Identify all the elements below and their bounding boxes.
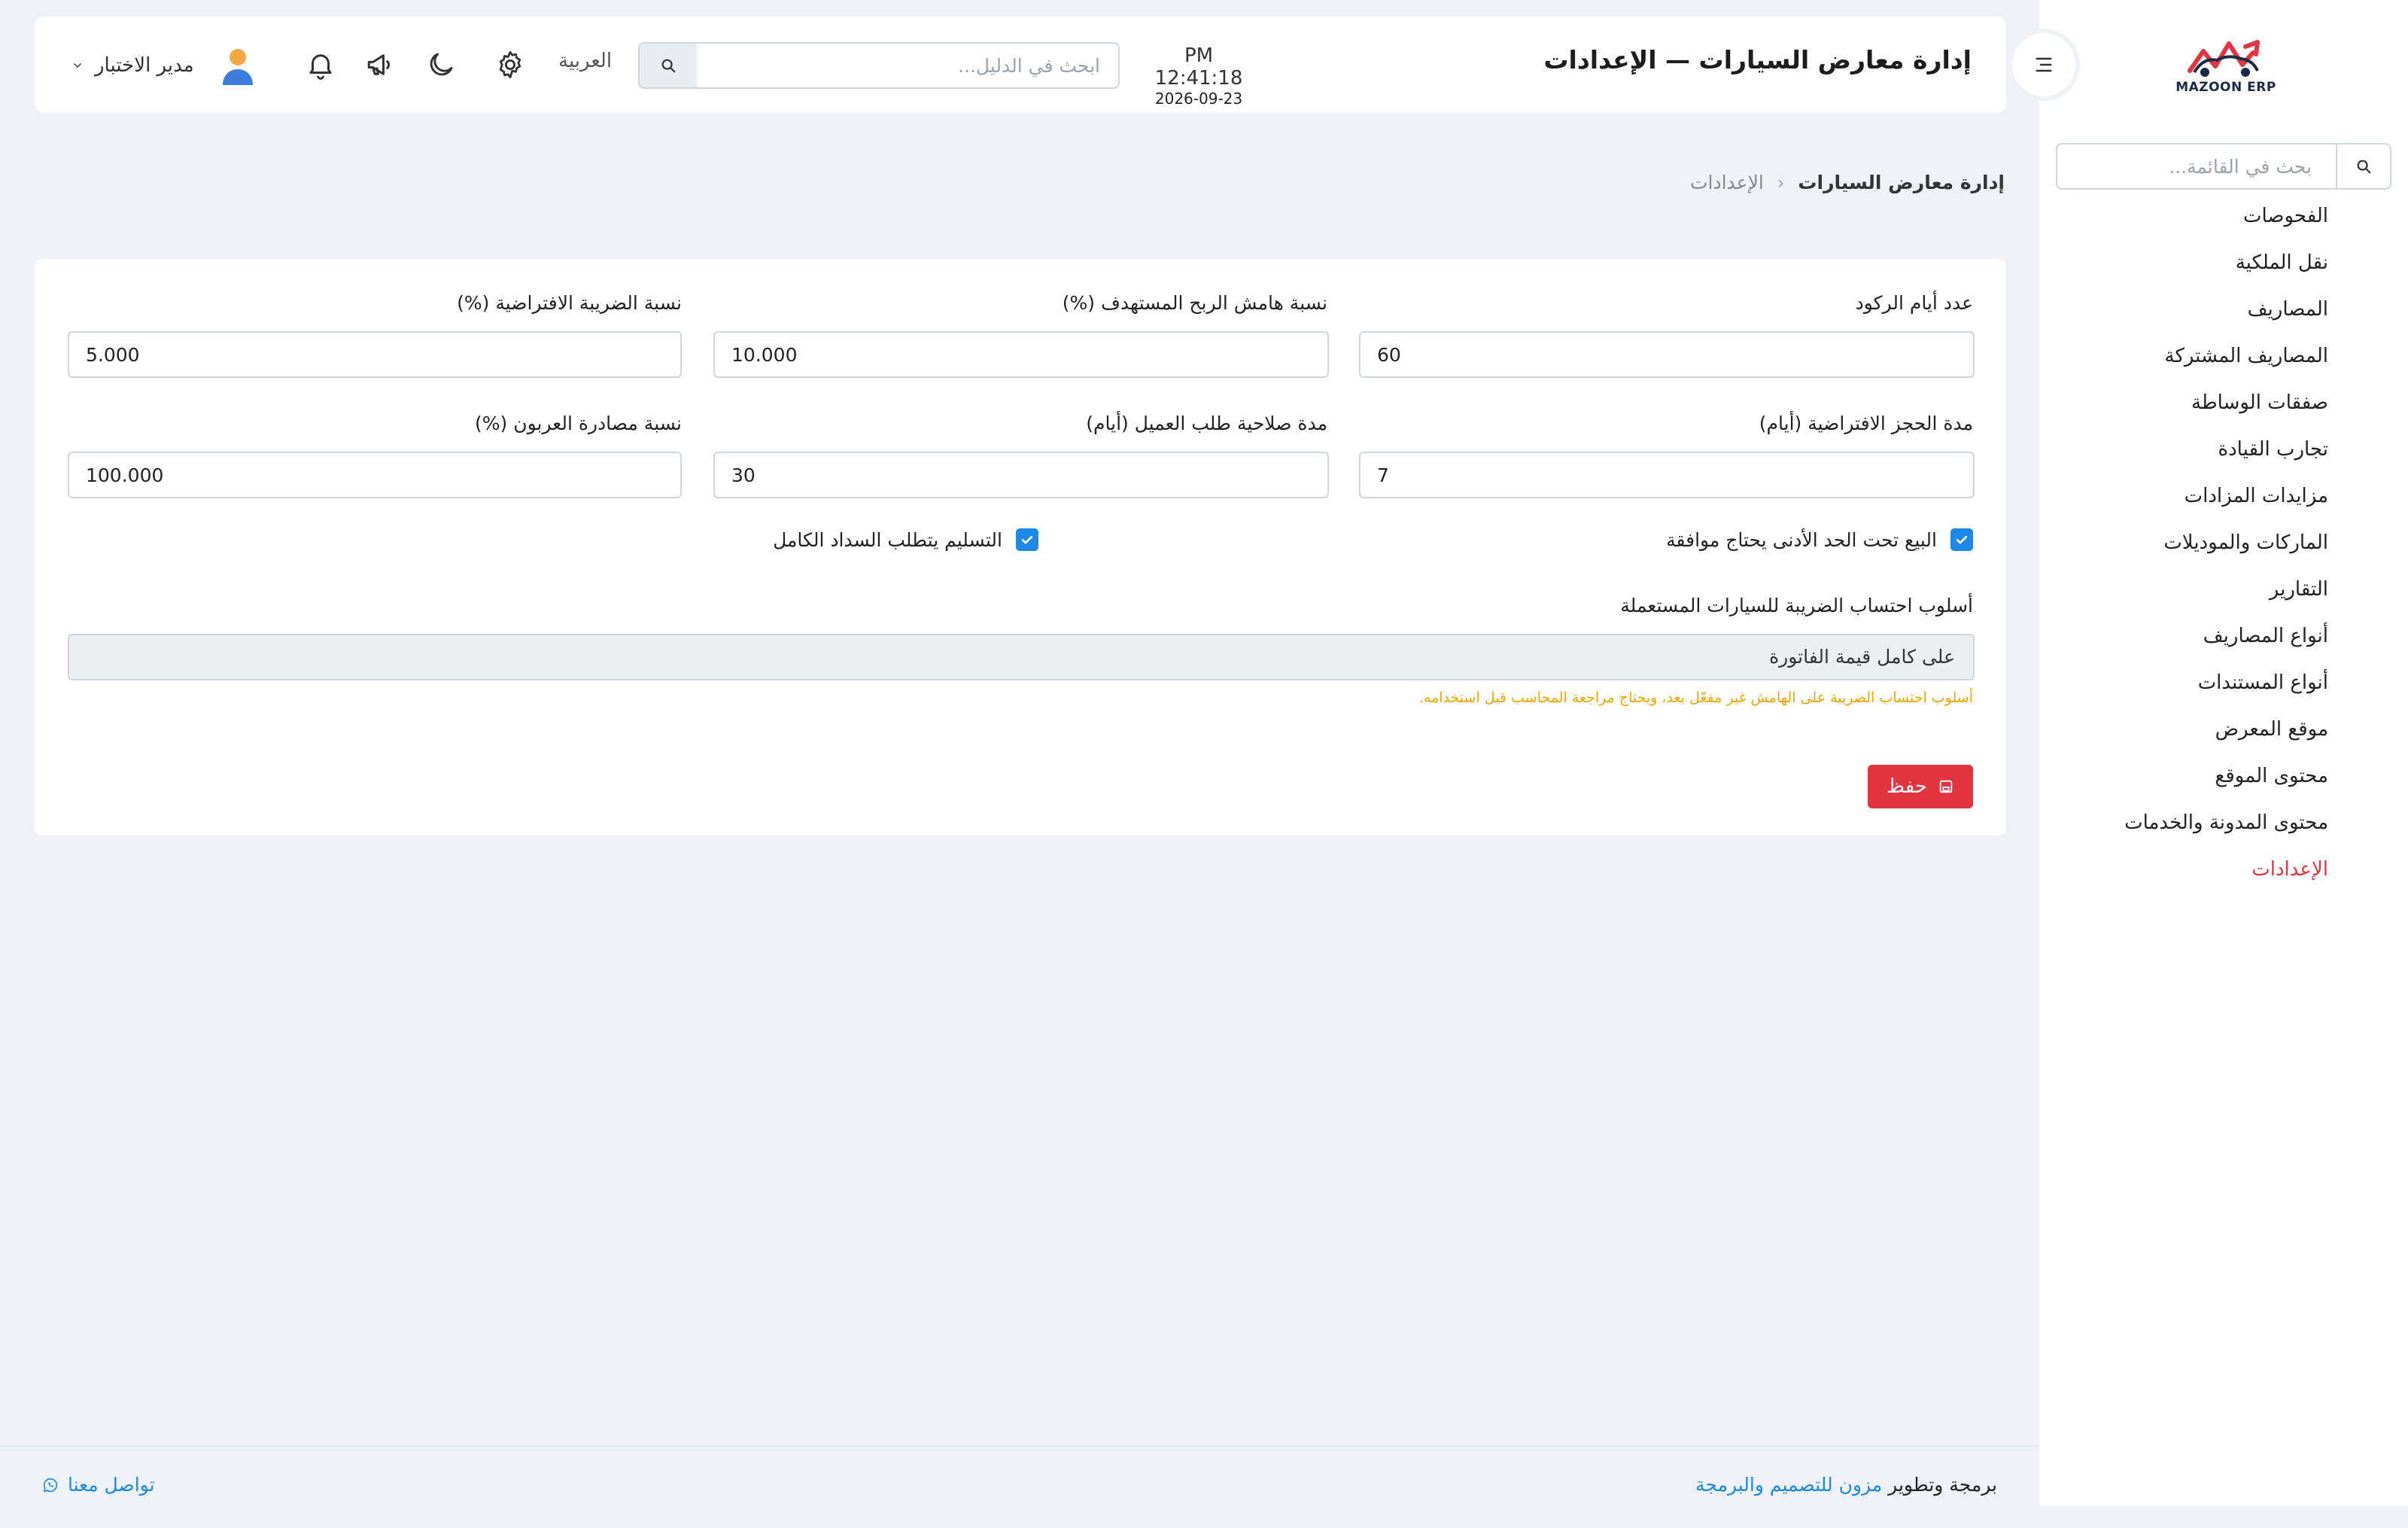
- sidebar-item-blog-services[interactable]: محتوى المدونة والخدمات: [2039, 801, 2408, 848]
- chevron-left-icon: ‹: [1777, 172, 1785, 193]
- request-validity-input[interactable]: [713, 452, 1329, 498]
- breadcrumb-root[interactable]: إدارة معارض السيارات: [1798, 172, 2005, 193]
- save-icon: [1939, 780, 1953, 793]
- sidebar-item-ownership-transfer[interactable]: نقل الملكية: [2039, 241, 2408, 288]
- user-avatar-icon: [222, 49, 253, 85]
- sidebar-item-shared-expenses[interactable]: المصاريف المشتركة: [2039, 334, 2408, 381]
- page-title: إدارة معارض السيارات — الإعدادات: [1543, 45, 1972, 75]
- sidebar-item-brokerage-deals[interactable]: صفقات الوساطة: [2039, 381, 2408, 428]
- user-menu[interactable]: مدير الاختبار: [69, 39, 259, 92]
- sidebar-item-auction-bids[interactable]: مزايدات المزادات: [2039, 474, 2408, 521]
- stagnation-days-input[interactable]: [1359, 331, 1975, 378]
- settings-card: عدد أيام الركود نسبة هامش الربح المستهدف…: [35, 259, 2006, 836]
- footer-credit-prefix: برمجة وتطوير: [1888, 1474, 1997, 1496]
- save-label: حفظ: [1887, 775, 1927, 798]
- sidebar-item-expense-types[interactable]: أنواع المصاريف: [2039, 614, 2408, 661]
- sidebar-search-input[interactable]: [2057, 145, 2328, 188]
- guide-search-input[interactable]: [695, 42, 1120, 89]
- sidebar-item-inspections[interactable]: الفحوصات: [2039, 194, 2408, 241]
- user-name: مدير الاختبار: [95, 54, 194, 77]
- sidebar-toggle-button[interactable]: [2012, 33, 2075, 96]
- default-tax-label: نسبة الضريبة الافتراضية (%): [457, 292, 682, 314]
- sidebar-item-expenses[interactable]: المصاريف: [2039, 288, 2408, 334]
- deposit-forfeit-input[interactable]: [68, 452, 682, 498]
- avatar: [217, 44, 259, 87]
- logo-text: MAZOON ERP: [2175, 80, 2276, 95]
- request-validity-label: مدة صلاحية طلب العميل (أيام): [1086, 412, 1327, 434]
- sidebar-nav: الفحوصات نقل الملكية المصاريف المصاريف ا…: [2039, 194, 2408, 894]
- sidebar-item-settings[interactable]: الإعدادات: [2039, 848, 2408, 894]
- gear-icon: [499, 50, 521, 79]
- sidebar-search-button[interactable]: [2336, 145, 2390, 188]
- logo-car-icon: [2188, 40, 2260, 77]
- below-min-approval-checkbox[interactable]: البيع تحت الحد الأدنى يحتاج موافقة: [1666, 528, 1973, 551]
- target-margin-label: نسبة هامش الربح المستهدف (%): [1062, 292, 1327, 314]
- below-min-approval-label: البيع تحت الحد الأدنى يحتاج موافقة: [1666, 528, 1937, 551]
- contact-us-link[interactable]: تواصل معنا: [42, 1474, 155, 1496]
- sidebar-search: [2056, 143, 2391, 190]
- guide-search: [638, 42, 1120, 89]
- footer-credit: برمجة وتطوير مزون للتصميم والبرمجة: [1695, 1474, 1997, 1496]
- reservation-days-label: مدة الحجز الافتراضية (أيام): [1759, 412, 1973, 434]
- whatsapp-icon: [43, 1478, 58, 1492]
- search-icon: [2357, 160, 2371, 174]
- sidebar-item-test-drives[interactable]: تجارب القيادة: [2039, 428, 2408, 474]
- used-tax-method-select[interactable]: على كامل قيمة الفاتورة: [68, 634, 1975, 680]
- save-button[interactable]: حفظ: [1868, 765, 1973, 808]
- menu-icon: [2036, 57, 2052, 72]
- settings-button[interactable]: [491, 45, 530, 84]
- footer-credit-link[interactable]: مزون للتصميم والبرمجة: [1695, 1474, 1882, 1496]
- language-switch[interactable]: العربية: [558, 50, 612, 72]
- footer: برمجة وتطوير مزون للتصميم والبرمجة تواصل…: [0, 1445, 2039, 1528]
- breadcrumb-current: الإعدادات: [1689, 172, 1764, 193]
- checkbox-checked-icon: [1016, 528, 1038, 551]
- reservation-days-input[interactable]: [1359, 452, 1975, 498]
- top-header: إدارة معارض السيارات — الإعدادات PM 12:4…: [35, 17, 2006, 113]
- checkbox-checked-icon: [1950, 528, 1973, 551]
- notifications-button[interactable]: [301, 45, 340, 84]
- clock: PM 12:41:18 2026-09-23: [1147, 44, 1251, 108]
- sidebar: MAZOON ERP الفحوصات نقل الملكية المصاريف…: [2039, 0, 2408, 1505]
- used-tax-method-note: أسلوب احتساب الضريبة على الهامش غير مفعّ…: [1418, 689, 1973, 706]
- chevron-down-icon: [69, 57, 86, 74]
- sidebar-item-showroom-location[interactable]: موقع المعرض: [2039, 708, 2408, 754]
- sidebar-item-brands-models[interactable]: الماركات والموديلات: [2039, 521, 2408, 568]
- dark-mode-toggle[interactable]: [421, 45, 461, 84]
- stagnation-days-label: عدد أيام الركود: [1855, 292, 1973, 314]
- default-tax-input[interactable]: [68, 331, 682, 378]
- clock-date: 2026-09-23: [1154, 89, 1243, 108]
- breadcrumb: إدارة معارض السيارات ‹ الإعدادات: [1690, 172, 2005, 193]
- full-payment-checkbox[interactable]: التسليم يتطلب السداد الكامل: [773, 528, 1038, 551]
- logo[interactable]: MAZOON ERP: [2173, 33, 2279, 101]
- sidebar-item-document-types[interactable]: أنواع المستندات: [2039, 661, 2408, 708]
- search-icon: [661, 59, 676, 73]
- guide-search-button[interactable]: [638, 42, 697, 89]
- contact-us-label: تواصل معنا: [68, 1474, 155, 1496]
- used-tax-method-label: أسلوب احتساب الضريبة للسيارات المستعملة: [1620, 595, 1973, 616]
- deposit-forfeit-label: نسبة مصادرة العربون (%): [475, 412, 682, 434]
- sidebar-item-reports[interactable]: التقارير: [2039, 568, 2408, 614]
- clock-time: PM 12:41:18: [1154, 44, 1243, 90]
- sidebar-item-site-content[interactable]: محتوى الموقع: [2039, 754, 2408, 801]
- target-margin-input[interactable]: [713, 331, 1329, 378]
- full-payment-label: التسليم يتطلب السداد الكامل: [773, 528, 1002, 551]
- megaphone-icon: [367, 54, 390, 75]
- moon-icon: [430, 53, 453, 76]
- announcements-button[interactable]: [361, 45, 400, 84]
- bell-icon: [309, 54, 332, 80]
